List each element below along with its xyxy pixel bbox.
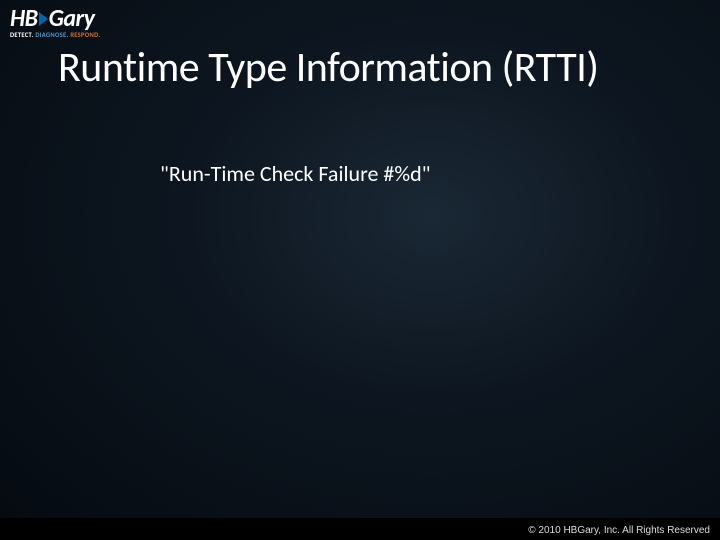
tagline-diagnose: DIAGNOSE. bbox=[35, 31, 68, 39]
tagline-detect: DETECT. bbox=[10, 31, 34, 39]
slide-body-text: "Run-Time Check Failure #%d" bbox=[160, 160, 430, 187]
logo-tagline: DETECT. DIAGNOSE. RESPOND. bbox=[10, 31, 100, 39]
logo-text: HB Gary bbox=[10, 4, 100, 33]
logo-part-hb: HB bbox=[10, 4, 38, 33]
logo-arrow-icon bbox=[39, 12, 48, 26]
slide-title: Runtime Type Information (RTTI) bbox=[58, 42, 599, 93]
copyright-text: © 2010 HBGary, Inc. All Rights Reserved bbox=[528, 525, 710, 536]
logo-part-gary: Gary bbox=[49, 4, 95, 33]
tagline-respond: RESPOND. bbox=[70, 31, 100, 39]
company-logo: HB Gary DETECT. DIAGNOSE. RESPOND. bbox=[10, 4, 100, 39]
